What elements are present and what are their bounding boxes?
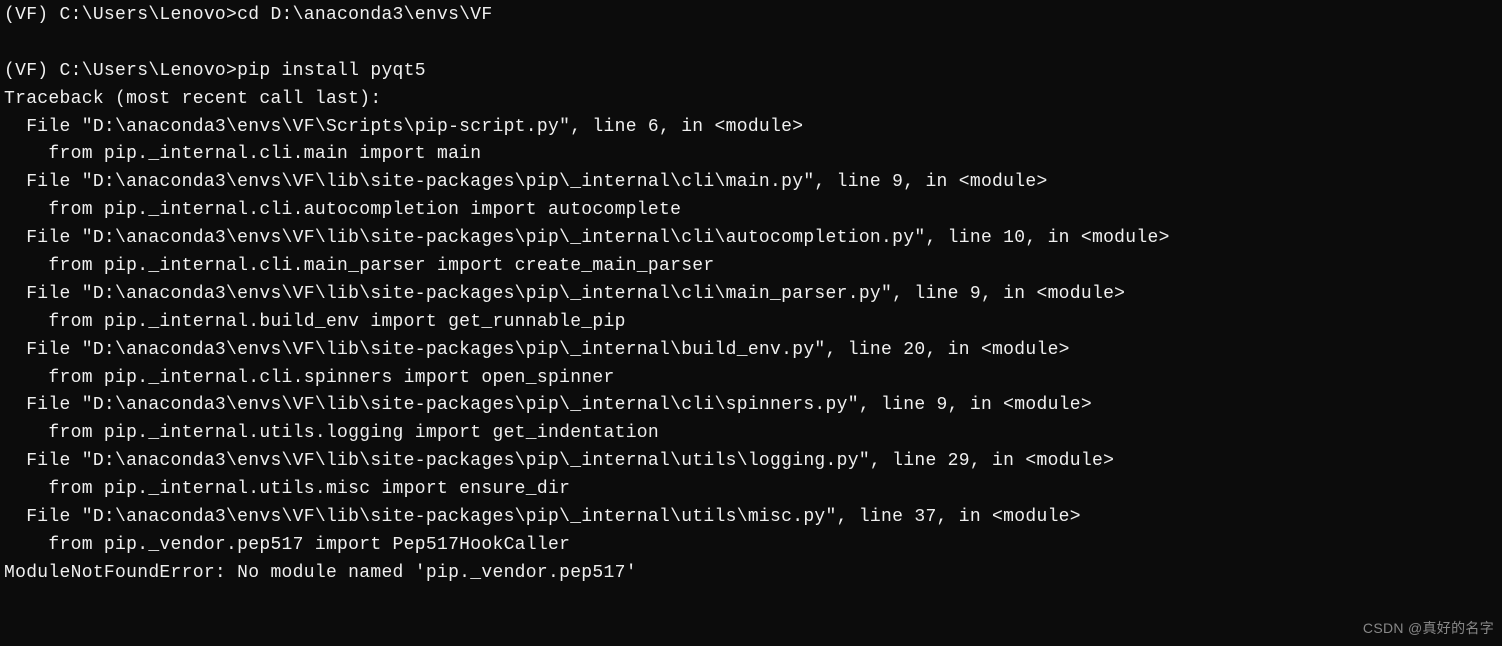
- terminal-line: File "D:\anaconda3\envs\VF\lib\site-pack…: [4, 169, 1498, 197]
- terminal-line: (VF) C:\Users\Lenovo>pip install pyqt5: [4, 58, 1498, 86]
- terminal-line: File "D:\anaconda3\envs\VF\lib\site-pack…: [4, 392, 1498, 420]
- terminal-line: from pip._internal.cli.main import main: [4, 141, 1498, 169]
- terminal-line: [4, 30, 1498, 58]
- terminal-line: from pip._internal.cli.autocompletion im…: [4, 197, 1498, 225]
- terminal-line: from pip._internal.utils.logging import …: [4, 420, 1498, 448]
- terminal-line: from pip._internal.utils.misc import ens…: [4, 476, 1498, 504]
- terminal-line: from pip._internal.cli.main_parser impor…: [4, 253, 1498, 281]
- terminal-line: from pip._vendor.pep517 import Pep517Hoo…: [4, 532, 1498, 560]
- terminal-line: File "D:\anaconda3\envs\VF\lib\site-pack…: [4, 504, 1498, 532]
- terminal-line: File "D:\anaconda3\envs\VF\lib\site-pack…: [4, 448, 1498, 476]
- terminal-line: File "D:\anaconda3\envs\VF\lib\site-pack…: [4, 225, 1498, 253]
- terminal-line: from pip._internal.build_env import get_…: [4, 309, 1498, 337]
- terminal-output[interactable]: (VF) C:\Users\Lenovo>cd D:\anaconda3\env…: [4, 2, 1498, 588]
- terminal-line: File "D:\anaconda3\envs\VF\lib\site-pack…: [4, 337, 1498, 365]
- terminal-line: (VF) C:\Users\Lenovo>cd D:\anaconda3\env…: [4, 2, 1498, 30]
- terminal-line: File "D:\anaconda3\envs\VF\lib\site-pack…: [4, 281, 1498, 309]
- terminal-line: ModuleNotFoundError: No module named 'pi…: [4, 560, 1498, 588]
- watermark-text: CSDN @真好的名字: [1363, 618, 1494, 640]
- terminal-line: File "D:\anaconda3\envs\VF\Scripts\pip-s…: [4, 114, 1498, 142]
- terminal-line: Traceback (most recent call last):: [4, 86, 1498, 114]
- terminal-line: from pip._internal.cli.spinners import o…: [4, 365, 1498, 393]
